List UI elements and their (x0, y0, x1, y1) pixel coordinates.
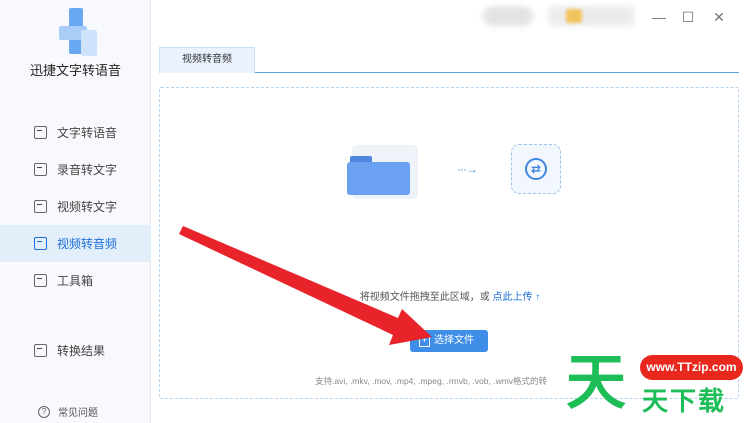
upload-link[interactable]: 点此上传 (493, 292, 533, 303)
upload-arrow-icon: ↑ (535, 292, 541, 303)
choose-file-button[interactable]: + 选择文件 (410, 330, 488, 352)
folder-body (347, 162, 410, 195)
sidebar-item-record-to-text[interactable]: 录音转文字 (0, 151, 151, 188)
choose-file-label: 选择文件 (434, 335, 474, 346)
watermark: 天 www.TTzip.com 天下载 (566, 348, 745, 423)
maximize-button[interactable]: ☐ (679, 8, 697, 26)
vip-crown-icon (566, 9, 582, 23)
video-to-audio-icon (34, 237, 47, 250)
sidebar-item-video-to-audio[interactable]: 视频转音频 (0, 225, 151, 262)
text-to-speech-icon (34, 126, 47, 139)
sidebar-item-text-to-speech[interactable]: 文字转语音 (0, 114, 151, 151)
record-to-text-icon (34, 163, 47, 176)
convert-icon: ⇄ (525, 158, 547, 180)
faq-label: 常见问题 (58, 408, 98, 419)
question-icon: ? (38, 405, 50, 418)
convert-illustration: ⇄ (511, 144, 561, 194)
sidebar-item-label: 视频转音频 (57, 237, 118, 251)
watermark-site: www.TTzip.com (640, 355, 743, 380)
tab-bar: 视频转音频 (159, 47, 739, 73)
add-file-icon: + (419, 335, 430, 347)
app-name: 迅捷文字转语音 (29, 63, 121, 78)
faq-link[interactable]: ? 常见问题 (38, 404, 98, 419)
sidebar-item-video-to-text[interactable]: 视频转文字 (0, 188, 151, 225)
watermark-logo: 天 (566, 348, 626, 418)
user-avatar[interactable] (483, 6, 533, 26)
sidebar-nav: 文字转语音 录音转文字 视频转文字 视频转音频 工具箱 (0, 114, 151, 299)
sidebar-item-label: 录音转文字 (57, 163, 118, 177)
sidebar-item-toolbox[interactable]: 工具箱 (0, 262, 151, 299)
result-icon (34, 344, 47, 357)
drop-hint-text: 将视频文件拖拽至此区域，或 (359, 292, 490, 303)
sidebar-item-label: 转换结果 (57, 344, 106, 358)
sidebar-item-label: 文字转语音 (57, 126, 118, 140)
close-button[interactable]: ✕ (710, 8, 728, 26)
watermark-text: 天下载 (642, 387, 727, 417)
drop-hint: 将视频文件拖拽至此区域，或 点此上传 ↑ (160, 288, 740, 303)
sidebar-result-section: 转换结果 (0, 332, 151, 369)
toolbox-icon (34, 274, 47, 287)
video-to-text-icon (34, 200, 47, 213)
sidebar-item-label: 工具箱 (57, 274, 94, 288)
tab-video-to-audio[interactable]: 视频转音频 (159, 47, 255, 73)
app-logo (55, 8, 103, 56)
sidebar: 迅捷文字转语音 文字转语音 录音转文字 视频转文字 视频转音频 工具箱 转换结果 (0, 0, 151, 423)
minimize-button[interactable]: — (650, 8, 668, 26)
supported-formats: 支持.avi, .mkv, .mov, .mp4, .mpeg, .rmvb, … (315, 376, 548, 386)
sidebar-item-result[interactable]: 转换结果 (0, 332, 151, 369)
vip-badge[interactable] (548, 6, 634, 26)
sidebar-item-label: 视频转文字 (57, 200, 118, 214)
flow-arrow-icon: ···→ (457, 162, 478, 176)
